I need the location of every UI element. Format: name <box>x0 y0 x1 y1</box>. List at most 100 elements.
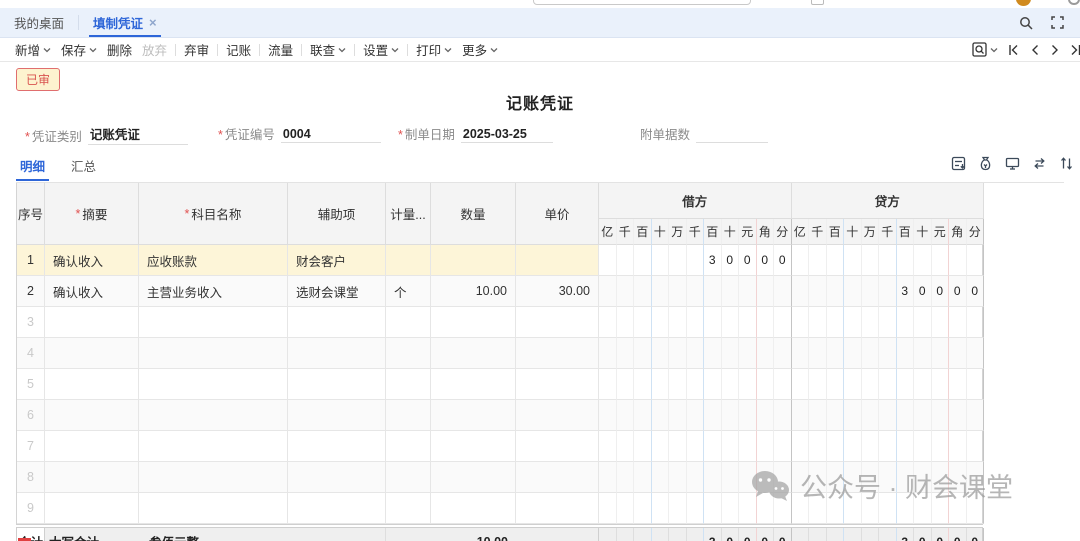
digit-cell[interactable] <box>949 369 967 400</box>
digit-cell[interactable]: 0 <box>967 276 985 307</box>
nav-prev-icon[interactable] <box>1030 44 1040 56</box>
digit-cell[interactable] <box>967 338 985 369</box>
digit-cell[interactable] <box>757 338 775 369</box>
digit-cell[interactable]: 0 <box>949 276 967 307</box>
digit-cell[interactable] <box>844 276 862 307</box>
digit-cell[interactable] <box>704 462 722 493</box>
digit-cell[interactable] <box>687 338 705 369</box>
cell-unit[interactable] <box>386 400 431 431</box>
cell-qty[interactable] <box>431 307 516 338</box>
cell-qty[interactable] <box>431 338 516 369</box>
digit-cell[interactable] <box>599 338 617 369</box>
digit-cell[interactable] <box>949 400 967 431</box>
digit-cell[interactable] <box>809 462 827 493</box>
digit-cell[interactable] <box>669 276 687 307</box>
digit-cell[interactable] <box>652 276 670 307</box>
digit-cell[interactable] <box>827 338 845 369</box>
digit-cell[interactable] <box>652 400 670 431</box>
cell-no[interactable]: 7 <box>17 431 45 462</box>
digit-cell[interactable] <box>739 276 757 307</box>
cell-aux[interactable] <box>288 493 386 524</box>
digit-cell[interactable] <box>617 307 635 338</box>
digit-cell[interactable] <box>862 462 880 493</box>
digit-cell[interactable] <box>914 462 932 493</box>
cell-unit[interactable] <box>386 338 431 369</box>
cell-summary[interactable] <box>45 369 139 400</box>
digit-cell[interactable] <box>809 400 827 431</box>
digit-cell[interactable] <box>967 493 985 524</box>
digit-cell[interactable] <box>879 400 897 431</box>
cell-qty[interactable] <box>431 431 516 462</box>
cell-qty[interactable]: 10.00 <box>431 276 516 307</box>
cell-account[interactable]: 应收账款 <box>139 245 288 276</box>
digit-cell[interactable] <box>757 431 775 462</box>
insert-row-icon[interactable] <box>951 156 966 171</box>
cell-aux[interactable] <box>288 431 386 462</box>
cell-aux[interactable] <box>288 338 386 369</box>
digit-cell[interactable] <box>844 307 862 338</box>
digit-cell[interactable] <box>634 338 652 369</box>
browser-search-box[interactable] <box>533 0 751 5</box>
digit-cell[interactable] <box>967 431 985 462</box>
digit-cell[interactable] <box>827 400 845 431</box>
cell-account[interactable] <box>139 307 288 338</box>
digit-cell[interactable] <box>687 400 705 431</box>
digit-cell[interactable] <box>669 431 687 462</box>
field-input-凭证编号[interactable]: 0004 <box>281 127 381 143</box>
cell-qty[interactable] <box>431 493 516 524</box>
digit-cell[interactable] <box>949 493 967 524</box>
locate-voucher-icon[interactable] <box>972 42 998 57</box>
digit-cell[interactable] <box>722 431 740 462</box>
digit-cell[interactable] <box>914 307 932 338</box>
cell-account[interactable] <box>139 369 288 400</box>
digit-cell[interactable] <box>897 338 915 369</box>
cell-price[interactable] <box>516 245 599 276</box>
digit-cell[interactable] <box>879 276 897 307</box>
tab-fill-voucher[interactable]: 填制凭证 × <box>79 8 171 37</box>
digit-cell[interactable] <box>897 431 915 462</box>
toolbar-item-流量[interactable]: 流量 <box>263 40 298 59</box>
digit-cell[interactable] <box>599 276 617 307</box>
digit-cell[interactable] <box>967 245 985 276</box>
digit-cell[interactable] <box>617 431 635 462</box>
sort-rows-icon[interactable] <box>1059 156 1074 171</box>
digit-cell[interactable] <box>827 276 845 307</box>
cell-summary[interactable] <box>45 307 139 338</box>
digit-cell[interactable] <box>827 493 845 524</box>
digit-cell[interactable] <box>914 431 932 462</box>
close-icon[interactable]: × <box>149 16 157 29</box>
digit-cell[interactable] <box>722 276 740 307</box>
digit-cell[interactable] <box>599 400 617 431</box>
digit-cell[interactable] <box>722 307 740 338</box>
toolbar-item-更多[interactable]: 更多 <box>457 40 503 59</box>
cell-price[interactable] <box>516 369 599 400</box>
toolbar-item-打印[interactable]: 打印 <box>411 40 457 59</box>
digit-cell[interactable] <box>599 369 617 400</box>
cell-price[interactable] <box>516 338 599 369</box>
cell-price[interactable] <box>516 462 599 493</box>
cell-no[interactable]: 2 <box>17 276 45 307</box>
digit-cell[interactable] <box>827 462 845 493</box>
digit-cell[interactable] <box>669 462 687 493</box>
tab-my-desktop[interactable]: 我的桌面 <box>0 8 78 37</box>
digit-cell[interactable] <box>669 338 687 369</box>
cell-unit[interactable]: 个 <box>386 276 431 307</box>
digit-cell[interactable] <box>599 462 617 493</box>
digit-cell[interactable] <box>599 307 617 338</box>
digit-cell[interactable] <box>634 431 652 462</box>
digit-cell[interactable] <box>652 245 670 276</box>
digit-cell[interactable] <box>757 276 775 307</box>
cell-summary[interactable] <box>45 338 139 369</box>
digit-cell[interactable]: 3 <box>704 245 722 276</box>
cell-account[interactable] <box>139 462 288 493</box>
nav-last-icon[interactable] <box>1070 44 1080 56</box>
cell-aux[interactable]: 选财会课堂 <box>288 276 386 307</box>
fullscreen-icon[interactable] <box>1051 16 1064 29</box>
digit-cell[interactable] <box>704 400 722 431</box>
digit-cell[interactable] <box>774 431 792 462</box>
digit-cell[interactable]: 0 <box>739 245 757 276</box>
cell-no[interactable]: 1 <box>17 245 45 276</box>
digit-cell[interactable] <box>879 493 897 524</box>
cell-aux[interactable]: 财会客户 <box>288 245 386 276</box>
digit-cell[interactable] <box>932 245 950 276</box>
